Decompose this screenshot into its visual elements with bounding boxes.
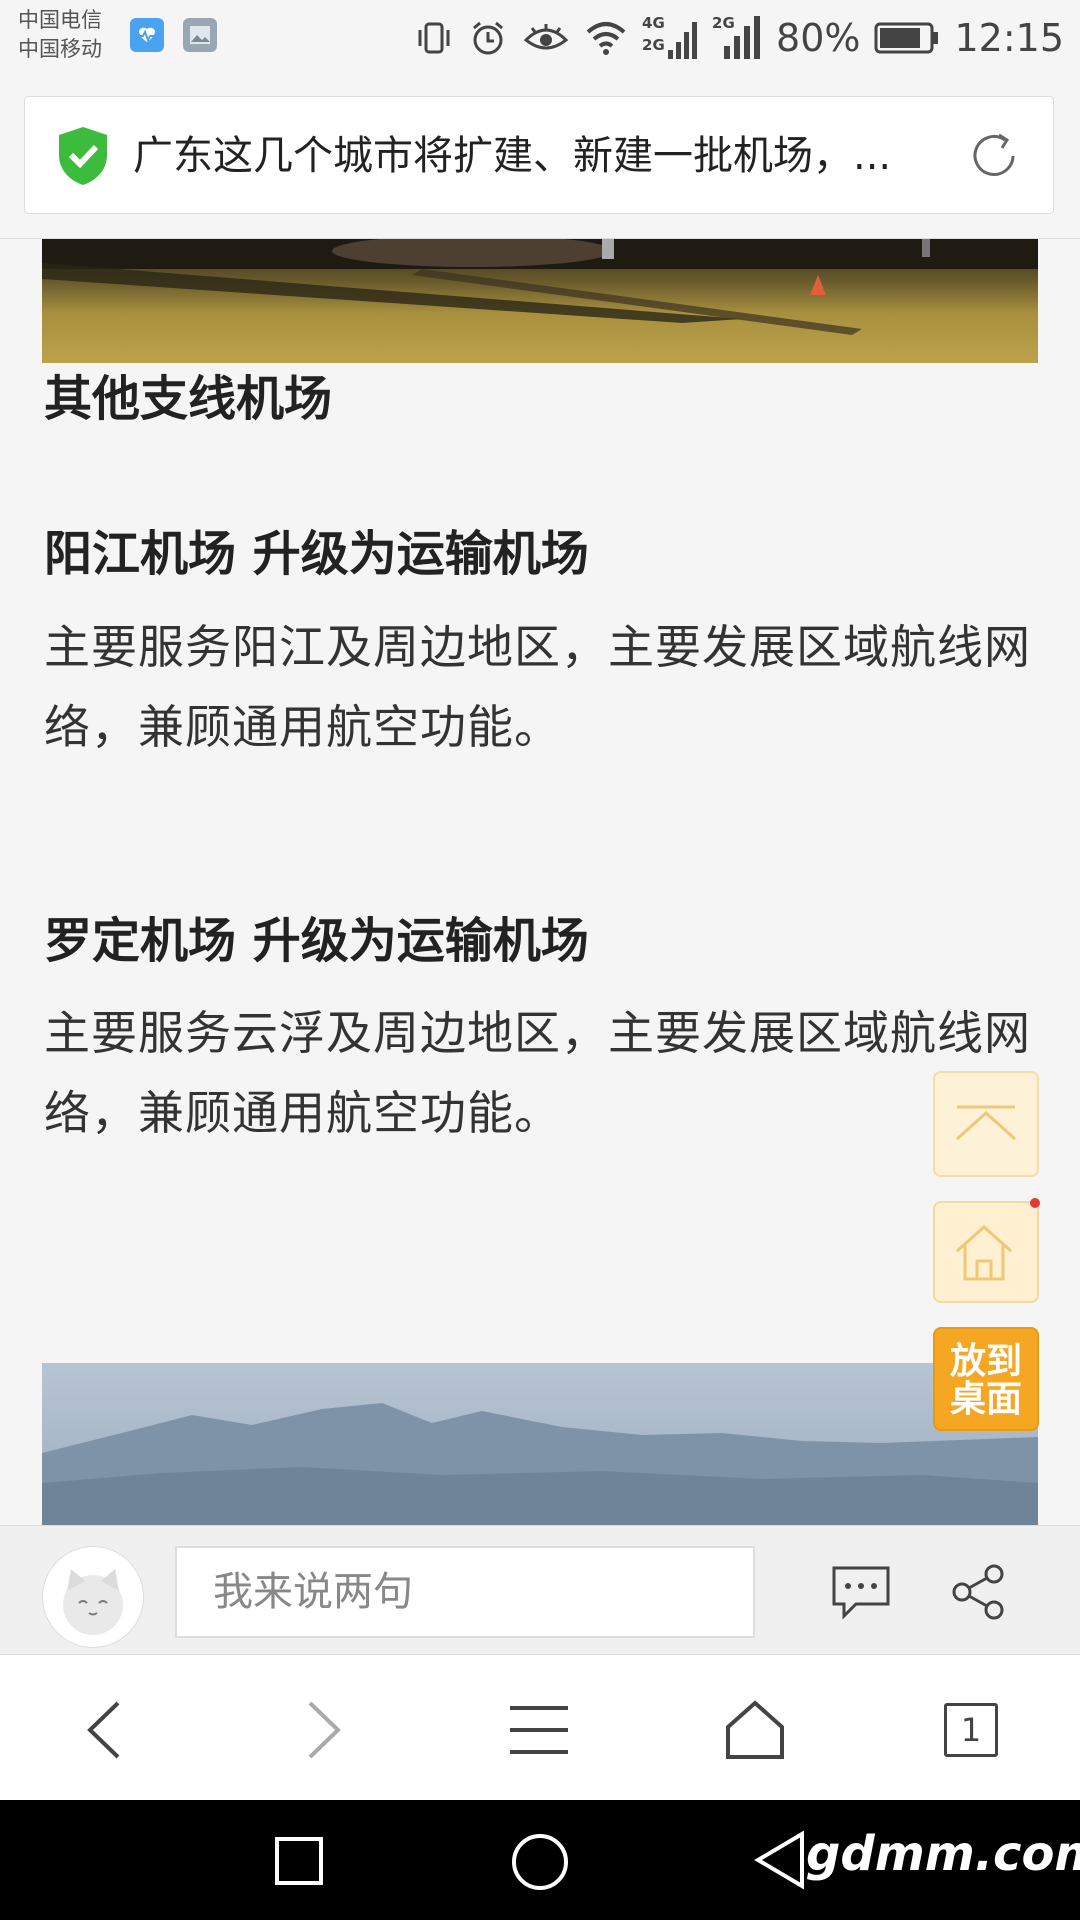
status-bar: 中国电信 中国移动 4G 2G 2G 80% 12:15 xyxy=(0,0,1080,76)
eye-comfort-icon xyxy=(523,24,569,50)
carrier-1: 中国电信 xyxy=(18,8,102,32)
reload-icon[interactable] xyxy=(965,127,1023,185)
signal-2-icon: 2G xyxy=(712,14,762,62)
heading-luoding: 罗定机场 升级为运输机场 xyxy=(44,913,589,969)
page-title[interactable]: 广东这几个城市将扩建、新建一批机场，... xyxy=(133,97,953,215)
status-icons: 4G 2G 2G 80% 12:15 xyxy=(414,10,1064,66)
clock: 12:15 xyxy=(954,16,1064,60)
comment-bar: 我来说两句 xyxy=(0,1525,1080,1655)
home-float-button[interactable] xyxy=(933,1201,1039,1303)
cat-avatar-icon xyxy=(63,1569,123,1635)
carrier-2: 中国移动 xyxy=(18,37,102,61)
battery-percent: 80% xyxy=(776,16,861,60)
battery-icon xyxy=(874,22,939,54)
arrow-up-icon xyxy=(955,1105,1017,1141)
home-button[interactable] xyxy=(720,1695,790,1765)
tabs-button[interactable]: 1 xyxy=(936,1695,1006,1765)
article-content[interactable]: 其他支线机场 阳江机场 升级为运输机场 主要服务阳江及周边地区，主要发展区域航线… xyxy=(0,239,1080,1525)
back-button[interactable] xyxy=(70,1695,140,1765)
back-to-top-button[interactable] xyxy=(933,1071,1039,1177)
airport-night-photo xyxy=(42,239,1038,363)
alarm-icon xyxy=(473,21,503,55)
url-bar[interactable]: 广东这几个城市将扩建、新建一批机场，... xyxy=(24,96,1054,214)
comment-input[interactable]: 我来说两句 xyxy=(175,1546,755,1638)
notification-dot xyxy=(1030,1198,1040,1208)
paragraph-yangjiang: 主要服务阳江及周边地区，主要发展区域航线网络，兼顾通用航空功能。 xyxy=(44,620,1031,754)
menu-icon xyxy=(510,1706,568,1754)
watermark: gdmm.com xyxy=(806,1826,1080,1882)
vibrate-icon xyxy=(418,22,450,54)
add-to-desktop-button[interactable]: 放到 桌面 xyxy=(933,1327,1039,1431)
carrier-labels: 中国电信 中国移动 xyxy=(18,6,102,64)
system-home-button[interactable] xyxy=(510,1832,570,1892)
heading-yangjiang: 阳江机场 升级为运输机场 xyxy=(44,526,589,582)
comments-icon[interactable] xyxy=(830,1562,892,1622)
system-back-button[interactable] xyxy=(752,1830,806,1890)
wifi-icon xyxy=(586,22,626,55)
add-to-desktop-label-2: 桌面 xyxy=(949,1379,1022,1420)
home-icon xyxy=(726,1700,784,1759)
security-shield-icon xyxy=(59,127,107,185)
mountain-photo xyxy=(42,1363,1038,1525)
heading-other-airports: 其他支线机场 xyxy=(44,371,333,427)
chevron-right-icon xyxy=(308,1701,341,1759)
health-app-icon xyxy=(130,18,164,52)
recents-button[interactable] xyxy=(274,1836,324,1886)
gallery-app-icon xyxy=(183,18,217,52)
menu-button[interactable] xyxy=(504,1695,574,1765)
add-to-desktop-label-1: 放到 xyxy=(949,1341,1022,1382)
paragraph-luoding: 主要服务云浮及周边地区，主要发展区域航线网络，兼顾通用航空功能。 xyxy=(44,1006,1031,1140)
browser-nav: 1 xyxy=(0,1655,1080,1800)
share-icon[interactable] xyxy=(948,1562,1010,1622)
chevron-left-icon xyxy=(87,1701,120,1759)
signal-1-icon: 4G 2G xyxy=(642,14,698,62)
home-icon xyxy=(956,1224,1012,1281)
avatar[interactable] xyxy=(42,1546,144,1648)
tab-count: 1 xyxy=(944,1703,998,1757)
forward-button[interactable] xyxy=(288,1695,358,1765)
